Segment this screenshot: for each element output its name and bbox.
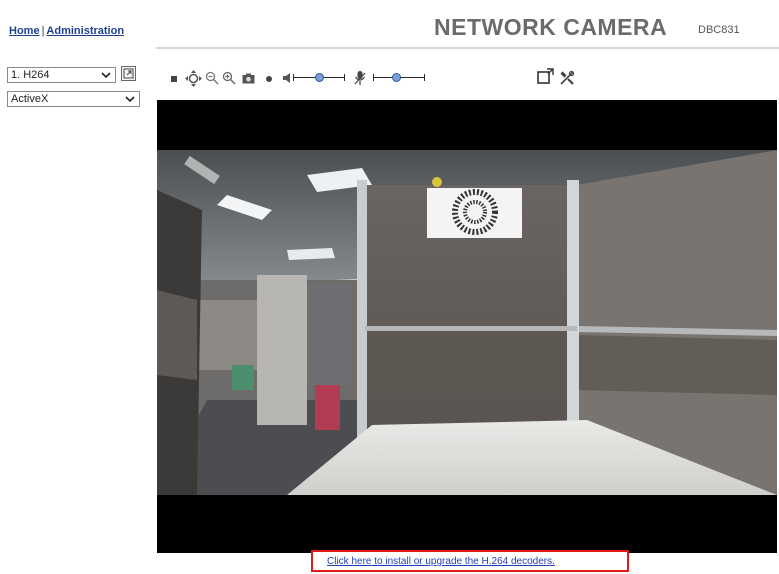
settings-icon[interactable] xyxy=(559,70,575,86)
chevron-down-icon xyxy=(101,72,111,79)
ptz-icon[interactable] xyxy=(185,70,202,87)
popout-button[interactable] xyxy=(121,66,136,81)
stream-select-value: 1. H264 xyxy=(11,69,50,81)
camera-live-view xyxy=(157,150,777,495)
stream-select[interactable]: 1. H264 xyxy=(7,67,116,83)
speaker-icon[interactable] xyxy=(282,72,292,84)
volume-slider-start xyxy=(293,74,294,81)
volume-slider-knob[interactable] xyxy=(315,73,324,82)
microphone-icon[interactable] xyxy=(354,70,366,86)
zoom-out-icon[interactable] xyxy=(205,71,219,85)
home-link[interactable]: Home xyxy=(9,25,40,37)
zoom-in-icon[interactable] xyxy=(222,71,236,85)
top-nav: Home | Administration xyxy=(9,25,124,37)
model-name: DBC831 xyxy=(698,24,740,36)
stop-icon[interactable] xyxy=(170,75,178,83)
volume-slider[interactable] xyxy=(293,70,345,86)
header-divider xyxy=(156,47,779,49)
brand-title: NETWORK CAMERA xyxy=(434,14,668,40)
plugin-select[interactable]: ActiveX xyxy=(7,91,140,107)
mic-slider[interactable] xyxy=(373,70,425,86)
administration-link[interactable]: Administration xyxy=(46,25,124,37)
fullscreen-icon[interactable] xyxy=(537,68,554,85)
volume-slider-end xyxy=(344,74,345,81)
install-decoder-link[interactable]: Click here to install or upgrade the H.2… xyxy=(327,556,555,567)
plugin-select-value: ActiveX xyxy=(11,93,49,105)
popout-icon xyxy=(123,68,134,79)
chevron-down-icon xyxy=(125,96,135,103)
snapshot-icon[interactable] xyxy=(242,73,255,84)
mic-slider-knob[interactable] xyxy=(392,73,401,82)
mic-slider-start xyxy=(373,74,374,81)
record-icon[interactable] xyxy=(265,75,273,83)
video-viewport[interactable] xyxy=(157,100,777,553)
mic-slider-end xyxy=(424,74,425,81)
